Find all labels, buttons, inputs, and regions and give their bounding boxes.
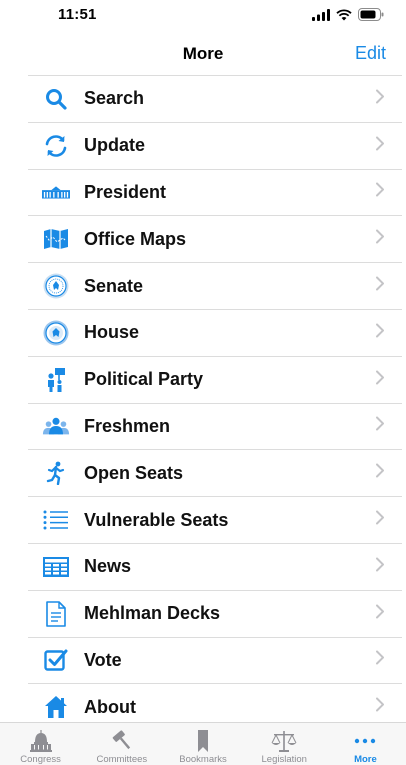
- chevron-right-icon: [376, 650, 384, 670]
- capitol-icon: [29, 729, 53, 752]
- menu-item-senate[interactable]: Senate: [28, 263, 402, 310]
- menu-item-vote[interactable]: Vote: [28, 638, 402, 685]
- tab-more[interactable]: More: [325, 723, 406, 765]
- document-icon: [42, 600, 70, 627]
- tab-label: Bookmarks: [179, 754, 227, 765]
- chevron-right-icon: [376, 604, 384, 623]
- tab-bar: Congress Committees Bookmarks Legislatio…: [0, 722, 406, 765]
- chevron-right-icon: [376, 323, 384, 342]
- menu-item-label: About: [84, 696, 136, 717]
- menu-item-office-maps[interactable]: Office Maps: [28, 216, 402, 264]
- menu-item-house[interactable]: House: [28, 310, 402, 357]
- chevron-right-icon: [376, 136, 384, 155]
- scales-icon: [271, 729, 297, 752]
- menu-item-mehlman-decks[interactable]: Mehlman Decks: [28, 591, 402, 638]
- more-dots-icon: [353, 729, 377, 752]
- chevron-right-icon: [376, 416, 384, 436]
- menu-item-label: Search: [84, 88, 145, 109]
- status-bar: 11:51: [0, 0, 406, 32]
- menu-item-freshmen[interactable]: Freshmen: [28, 404, 402, 451]
- menu-item-news[interactable]: News: [28, 544, 402, 591]
- checkbox-icon: [42, 647, 70, 673]
- menu-item-label: Mehlman Decks: [84, 603, 221, 624]
- tab-bookmarks[interactable]: Bookmarks: [162, 723, 243, 765]
- chevron-right-icon: [376, 370, 384, 389]
- menu-item-label: Update: [84, 135, 146, 156]
- list-icon: [42, 507, 70, 533]
- menu-item-label: President: [84, 181, 167, 202]
- battery-icon: [358, 8, 384, 21]
- menu-item-update[interactable]: Update: [28, 123, 402, 170]
- navigation-bar: More Edit: [0, 32, 406, 76]
- newspaper-icon: [42, 554, 70, 580]
- tab-committees[interactable]: Committees: [81, 723, 162, 765]
- menu-item-vulnerable-seats[interactable]: Vulnerable Seats: [28, 497, 402, 544]
- menu-item-search[interactable]: Search: [28, 76, 402, 123]
- menu-item-political-party[interactable]: Political Party: [28, 357, 402, 404]
- gavel-icon: [110, 729, 134, 752]
- people-group-icon: [42, 413, 70, 439]
- chevron-right-icon: [376, 89, 384, 108]
- chevron-right-icon: [376, 276, 384, 296]
- cellular-signal-icon: [312, 8, 330, 21]
- tab-label: Committees: [96, 754, 148, 765]
- menu-item-label: Open Seats: [84, 462, 184, 483]
- menu-item-label: Freshmen: [84, 415, 171, 436]
- home-icon: [42, 694, 70, 720]
- menu-item-president[interactable]: President: [28, 170, 402, 217]
- menu-item-label: Senate: [84, 275, 144, 296]
- menu-item-label: Office Maps: [84, 228, 187, 249]
- tab-label: Congress: [20, 754, 61, 765]
- chevron-right-icon: [376, 557, 384, 576]
- edit-button[interactable]: Edit: [355, 43, 386, 64]
- chevron-right-icon: [376, 182, 384, 202]
- tab-label: More: [354, 754, 377, 765]
- chevron-right-icon: [376, 697, 384, 717]
- menu-item-label: Political Party: [84, 369, 204, 390]
- tab-legislation[interactable]: Legislation: [244, 723, 325, 765]
- page-title: More: [182, 44, 224, 63]
- senate-seal-icon: [42, 273, 70, 299]
- house-seal-icon: [42, 320, 70, 346]
- more-menu-list: Search Update President Office Maps Sena…: [28, 75, 402, 732]
- tab-congress[interactable]: Congress: [0, 723, 81, 765]
- protest-sign-icon: [42, 367, 70, 393]
- menu-item-open-seats[interactable]: Open Seats: [28, 450, 402, 498]
- status-icons: [312, 8, 384, 21]
- menu-item-label: Vulnerable Seats: [84, 509, 229, 530]
- tab-label: Legislation: [261, 754, 307, 765]
- menu-item-label: News: [84, 556, 132, 577]
- refresh-icon: [42, 133, 70, 159]
- status-time: 11:51: [58, 6, 97, 23]
- menu-item-label: Vote: [84, 649, 122, 670]
- white-house-icon: [42, 179, 70, 205]
- bookmark-icon: [196, 729, 210, 752]
- chevron-right-icon: [376, 463, 384, 483]
- running-person-icon: [42, 460, 70, 486]
- wifi-icon: [336, 8, 352, 20]
- menu-item-label: House: [84, 322, 140, 343]
- chevron-right-icon: [376, 510, 384, 530]
- search-icon: [42, 86, 70, 112]
- map-icon: [42, 226, 70, 252]
- chevron-right-icon: [376, 229, 384, 249]
